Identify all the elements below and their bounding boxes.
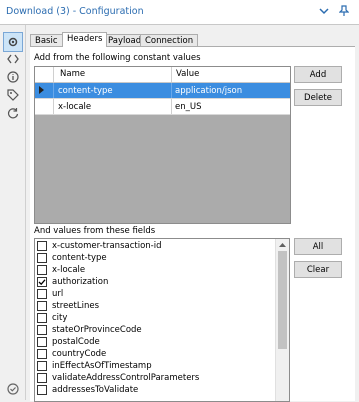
list-item[interactable]: x-customer-transaction-id: [35, 240, 162, 252]
checkbox[interactable]: [37, 361, 47, 371]
fields-label: And values from these fields: [34, 226, 156, 236]
checkbox[interactable]: [37, 337, 47, 347]
window-title: Download (3) - Configuration: [6, 6, 144, 17]
table-row[interactable]: content-type application/json: [35, 83, 290, 99]
header-name-cell[interactable]: x-locale: [58, 102, 91, 112]
constant-values-label: Add from the following constant values: [34, 53, 201, 63]
field-label: inEffectAsOfTimestamp: [52, 361, 152, 371]
reset-icon[interactable]: [6, 106, 20, 120]
column-header-name[interactable]: Name: [60, 69, 85, 79]
grid-header: Name Value: [35, 67, 290, 83]
checkbox[interactable]: [37, 313, 47, 323]
field-label: city: [52, 313, 68, 323]
checkbox[interactable]: [37, 253, 47, 263]
info-icon[interactable]: [6, 70, 20, 84]
header-value-cell[interactable]: en_US: [175, 102, 201, 112]
field-label: validateAddressControlParameters: [52, 373, 200, 383]
add-button[interactable]: Add: [294, 66, 342, 83]
row-indicator-icon: [39, 86, 45, 97]
field-label: x-locale: [52, 265, 86, 275]
list-item[interactable]: postalCode: [35, 336, 100, 348]
table-row[interactable]: x-locale en_US: [35, 99, 290, 115]
field-label: streetLines: [52, 301, 100, 311]
checkbox[interactable]: [37, 301, 47, 311]
list-item[interactable]: authorization: [35, 276, 108, 288]
dropdown-icon[interactable]: [318, 5, 330, 17]
scrollbar-thumb[interactable]: [278, 251, 287, 349]
list-item[interactable]: x-locale: [35, 264, 85, 276]
checkbox[interactable]: [37, 373, 47, 383]
tab-headers[interactable]: Headers: [62, 32, 108, 47]
header-name-cell[interactable]: content-type: [58, 86, 113, 96]
field-label: addressesToValidate: [52, 385, 139, 395]
checkbox[interactable]: [37, 265, 47, 275]
field-label: content-type: [52, 253, 107, 263]
tag-icon[interactable]: [6, 88, 20, 102]
checkbox[interactable]: [37, 385, 47, 395]
list-item[interactable]: city: [35, 312, 67, 324]
list-item[interactable]: validateAddressControlParameters: [35, 372, 199, 384]
field-label: countryCode: [52, 349, 107, 359]
clear-button[interactable]: Clear: [294, 261, 342, 278]
field-label: authorization: [52, 277, 109, 287]
field-label: stateOrProvinceCode: [52, 325, 142, 335]
fields-list: x-customer-transaction-id content-type x…: [34, 238, 290, 402]
delete-button[interactable]: Delete: [294, 89, 342, 106]
field-label: postalCode: [52, 337, 100, 347]
checkbox[interactable]: [37, 325, 47, 335]
column-header-value[interactable]: Value: [176, 69, 199, 79]
checkbox[interactable]: [37, 289, 47, 299]
checkbox[interactable]: [37, 349, 47, 359]
code-icon[interactable]: [6, 52, 20, 66]
all-button[interactable]: All: [294, 238, 342, 255]
fields-scrollbar[interactable]: [275, 239, 289, 401]
list-item[interactable]: addressesToValidate: [35, 384, 138, 396]
list-item[interactable]: inEffectAsOfTimestamp: [35, 360, 152, 372]
scroll-up-icon[interactable]: [276, 240, 289, 250]
list-item[interactable]: stateOrProvinceCode: [35, 324, 142, 336]
check-circle-icon[interactable]: [6, 382, 20, 396]
field-label: url: [52, 289, 64, 299]
header-value-cell[interactable]: application/json: [175, 86, 242, 96]
list-item[interactable]: content-type: [35, 252, 107, 264]
config-sidebar: [0, 25, 26, 400]
checkbox[interactable]: [37, 241, 47, 251]
list-item[interactable]: countryCode: [35, 348, 106, 360]
list-item[interactable]: url: [35, 288, 63, 300]
pin-icon[interactable]: [338, 5, 350, 17]
gear-icon[interactable]: [3, 32, 23, 52]
title-bar: Download (3) - Configuration: [0, 0, 359, 25]
field-label: x-customer-transaction-id: [52, 241, 162, 251]
checkbox-checked[interactable]: [37, 277, 47, 287]
headers-grid: Name Value content-type application/json…: [34, 66, 291, 224]
list-item[interactable]: streetLines: [35, 300, 99, 312]
